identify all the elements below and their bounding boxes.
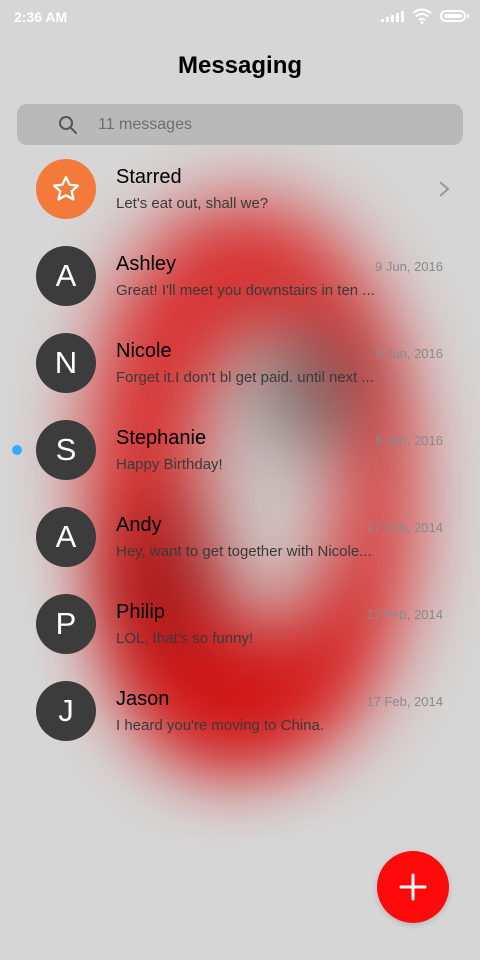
contact-name: Jason [116,688,170,710]
search-input[interactable]: 11 messages [17,104,463,145]
avatar: P [36,594,96,654]
message-snippet: Let's eat out, shall we? [116,195,269,212]
avatar: S [36,420,96,480]
message-date: 9 Jun, 2016 [375,259,443,274]
starred-row[interactable]: Starred Let's eat out, shall we? [0,147,480,234]
message-snippet: Happy Birthday! [116,456,223,473]
contact-name: Philip [116,601,165,623]
conversation-row[interactable]: A Andy Hey, want to get together with Ni… [0,495,480,582]
contact-name: Stephanie [116,427,207,449]
signal-icon [381,10,404,22]
message-date: 9 Jun, 2016 [375,346,443,361]
battery-icon [440,10,469,22]
unread-dot [12,445,22,455]
page-title: Messaging [177,52,303,79]
contact-name: Andy [116,514,162,536]
message-date: 17 Feb, 2014 [366,694,443,709]
conversation-row[interactable]: S Stephanie Happy Birthday! 8 Jun, 2016 [0,408,480,495]
conversation-row[interactable]: P Philip LOL, that's so funny! 17 Feb, 2… [0,582,480,669]
star-icon [53,176,79,201]
starred-avatar [36,159,96,219]
avatar: A [36,507,96,567]
message-date: 17 Feb, 2014 [366,520,443,535]
search-icon [59,116,77,134]
contact-name: Ashley [116,253,177,275]
search-placeholder: 11 messages [98,116,192,133]
status-bar: 2:36 AM [0,0,480,34]
conversation-row[interactable]: A Ashley Great! I'll meet you downstairs… [0,234,480,321]
contact-name: Starred [116,166,182,188]
message-snippet: LOL, that's so funny! [116,630,254,647]
contact-name: Nicole [116,340,172,362]
message-date: 8 Jun, 2016 [375,433,443,448]
avatar: A [36,246,96,306]
message-snippet: Great! I'll meet you downstairs in ten .… [116,282,375,299]
plus-icon [399,873,427,901]
wifi-icon [412,8,432,24]
status-time: 2:36 AM [14,9,68,25]
avatar: J [36,681,96,741]
chevron-right-icon [439,181,450,197]
message-snippet: Hey, want to get together with Nicole... [116,543,372,560]
new-message-button[interactable] [377,851,449,923]
message-snippet: Forget it.I don't bl get paid. until nex… [116,369,375,386]
status-icons [381,8,469,24]
conversation-row[interactable]: N Nicole Forget it.I don't bl get paid. … [0,321,480,408]
conversation-row[interactable]: J Jason I heard you're moving to China. … [0,669,480,756]
message-snippet: I heard you're moving to China. [116,717,324,734]
message-date: 17 Feb, 2014 [366,607,443,622]
thread-list: Starred Let's eat out, shall we? A Ashle… [0,147,480,756]
avatar: N [36,333,96,393]
